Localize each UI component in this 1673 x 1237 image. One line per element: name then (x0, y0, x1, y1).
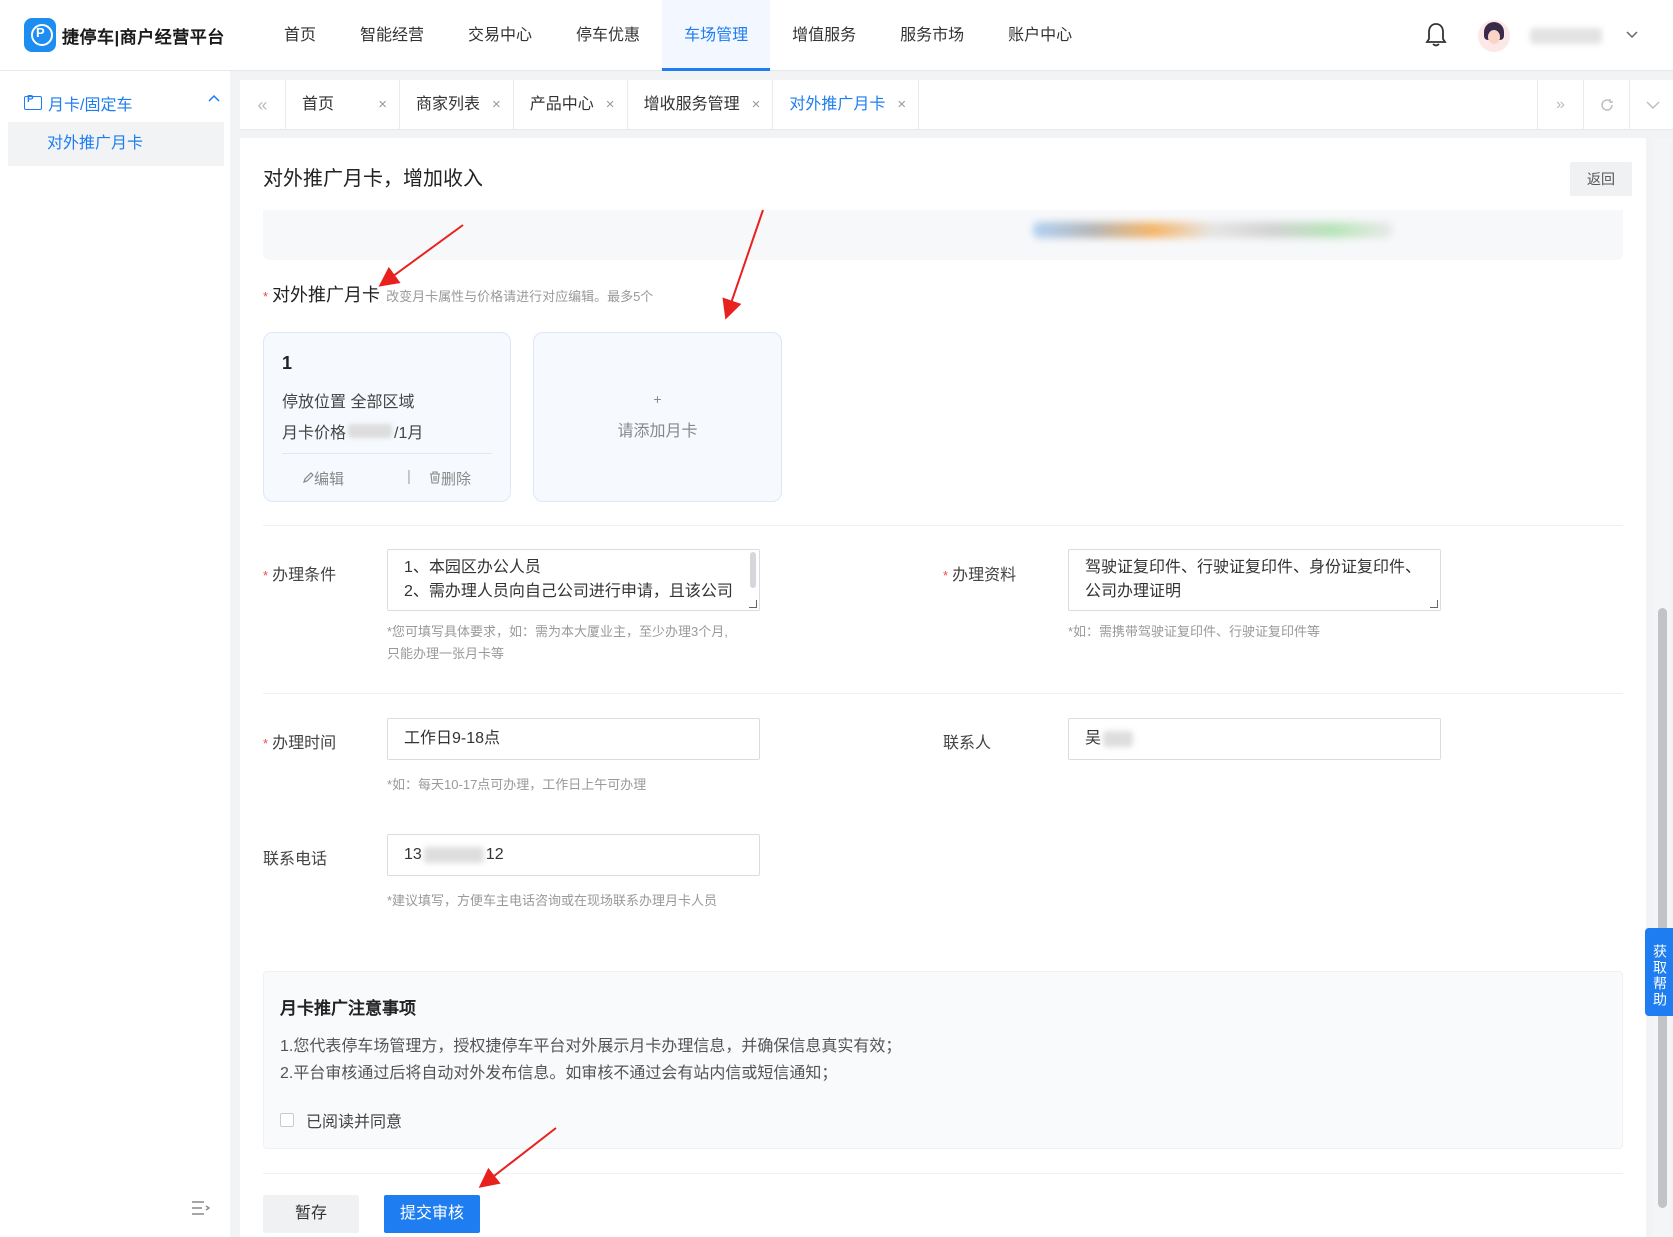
main-content: 对外推广月卡，增加收入 返回 * 对外推广月卡 改变月卡属性与价格请进行对应编辑… (240, 138, 1646, 1237)
materials-hint: *如：需携带驾驶证复印件、行驶证复印件等 (1068, 624, 1321, 639)
close-icon[interactable]: × (897, 80, 906, 130)
tab-revenue-service[interactable]: 增收服务管理 × (628, 80, 774, 130)
chevron-down-icon[interactable] (1626, 28, 1638, 40)
add-card-label: 请添加月卡 (617, 423, 698, 440)
time-input[interactable]: 工作日9-18点 (387, 718, 760, 760)
notice-title: 月卡推广注意事项 (280, 999, 416, 1018)
close-icon[interactable]: × (752, 80, 761, 130)
monthly-card-index: 1 (282, 353, 293, 373)
scrollbar-thumb[interactable] (1658, 608, 1667, 1208)
materials-label: * 办理资料 (943, 567, 1017, 584)
sidebar-group-label: 月卡/固定车 (48, 97, 133, 114)
action-separator: | (407, 468, 411, 485)
tabs-bar: « 首页 × 商家列表 × 产品中心 × 增收服务管理 × 对外推广月卡 × » (240, 80, 1673, 130)
tab-home[interactable]: 首页 × (286, 80, 400, 130)
add-monthly-card-button[interactable]: + 请添加月卡 (533, 332, 782, 502)
chevron-up-icon (208, 94, 220, 102)
phone-blurred (423, 847, 484, 863)
close-icon[interactable]: × (606, 80, 615, 130)
delete-card-button[interactable]: 删除 (429, 468, 471, 489)
materials-textarea[interactable]: 驾驶证复印件、行驶证复印件、身份证复印件、 公司办理证明 (1068, 549, 1441, 611)
refresh-icon[interactable] (1583, 80, 1629, 130)
sidebar-item-external-monthly-card[interactable]: 对外推广月卡 (8, 122, 224, 166)
tabs-scroll-left-icon[interactable]: « (240, 80, 286, 130)
sidebar: 月卡/固定车 对外推广月卡 (0, 71, 230, 1237)
divider (263, 693, 1623, 694)
divider (282, 453, 492, 454)
nav-item-parking-discount[interactable]: 停车优惠 (554, 0, 662, 71)
get-help-tab[interactable]: 获取帮助 (1645, 928, 1673, 1016)
divider (263, 1173, 1623, 1174)
main-nav: 首页 智能经营 交易中心 停车优惠 车场管理 增值服务 服务市场 账户中心 (262, 0, 1094, 71)
back-button[interactable]: 返回 (1570, 162, 1632, 196)
edit-card-button[interactable]: 编辑 (302, 468, 344, 489)
contact-input[interactable]: 吴 (1068, 718, 1441, 760)
resize-handle[interactable] (1430, 600, 1438, 608)
contact-label: 联系人 (943, 735, 992, 752)
resize-handle[interactable] (749, 600, 757, 608)
top-navigation-bar: P 捷停车|商户经营平台 首页 智能经营 交易中心 停车优惠 车场管理 增值服务… (0, 0, 1673, 71)
parking-card-icon (24, 94, 42, 110)
page-title: 对外推广月卡，增加收入 (263, 168, 483, 190)
sidebar-group-monthly-card[interactable]: 月卡/固定车 (24, 91, 224, 115)
bell-icon[interactable] (1425, 22, 1447, 48)
brand-name: 捷停车|商户经营平台 (62, 27, 225, 47)
notice-line-1: 1.您代表停车场管理方，授权捷停车平台对外展示月卡办理信息，并确保信息真实有效； (280, 1038, 902, 1055)
info-banner (263, 210, 1623, 260)
nav-item-service-market[interactable]: 服务市场 (878, 0, 986, 71)
save-draft-button[interactable]: 暂存 (263, 1195, 359, 1233)
tab-external-monthly-card[interactable]: 对外推广月卡 × (773, 80, 920, 130)
nav-item-smart-operation[interactable]: 智能经营 (338, 0, 446, 71)
time-hint: *如：每天10-17点可办理，工作日上午可办理 (387, 777, 647, 792)
phone-hint: *建议填写，方便车主电话咨询或在现场联系办理月卡人员 (387, 893, 718, 908)
textarea-scrollbar[interactable] (750, 552, 756, 588)
phone-label: 联系电话 (263, 851, 328, 868)
monthly-card-section-label: * 对外推广月卡 改变月卡属性与价格请进行对应编辑。最多5个 (263, 285, 654, 305)
username-blurred[interactable] (1530, 28, 1602, 44)
monthly-card-location: 停放位置 全部区域 (282, 394, 415, 411)
monthly-card-item: 1 停放位置 全部区域 月卡价格 /1月 编辑 | 删除 (263, 332, 511, 502)
brand-logo[interactable]: P 捷停车|商户经营平台 (24, 18, 225, 52)
notice-panel: 月卡推广注意事项 1.您代表停车场管理方，授权捷停车平台对外展示月卡办理信息，并… (263, 971, 1623, 1149)
monthly-card-hint: 改变月卡属性与价格请进行对应编辑。最多5个 (386, 289, 654, 304)
required-mark: * (263, 289, 269, 304)
agree-checkbox-row[interactable]: 已阅读并同意 (280, 1108, 402, 1132)
close-icon[interactable]: × (492, 80, 501, 130)
agree-label: 已阅读并同意 (306, 1114, 403, 1131)
submit-review-button[interactable]: 提交审核 (384, 1195, 480, 1233)
phone-input[interactable]: 13 12 (387, 834, 760, 876)
plus-icon: + (653, 391, 662, 407)
time-label: * 办理时间 (263, 735, 337, 752)
conditions-hint: *您可填写具体要求，如：需为本大厦业主，至少办理3个月, 只能办理一张月卡等 (387, 624, 728, 661)
conditions-label: * 办理条件 (263, 567, 337, 584)
nav-item-value-added[interactable]: 增值服务 (770, 0, 878, 71)
contact-blurred (1103, 731, 1134, 747)
open-tabs: 首页 × 商家列表 × 产品中心 × 增收服务管理 × 对外推广月卡 × (286, 80, 920, 130)
divider (263, 525, 1623, 526)
monthly-card-price: 月卡价格 /1月 (282, 424, 424, 442)
parking-logo-icon: P (24, 18, 56, 52)
trash-icon (430, 471, 440, 484)
nav-item-lot-management[interactable]: 车场管理 (662, 0, 771, 71)
banner-blurred-content (1033, 222, 1393, 238)
nav-item-account-center[interactable]: 账户中心 (986, 0, 1094, 71)
price-blurred (348, 424, 393, 438)
tabs-menu-chevron-icon[interactable] (1629, 80, 1673, 130)
menu-collapse-icon[interactable] (190, 1199, 210, 1217)
avatar[interactable] (1478, 20, 1510, 52)
close-icon[interactable]: × (378, 80, 387, 130)
page-scrollbar[interactable] (1653, 138, 1671, 1237)
nav-item-trade-center[interactable]: 交易中心 (446, 0, 554, 71)
tab-product-center[interactable]: 产品中心 × (514, 80, 628, 130)
tabs-scroll-right-icon[interactable]: » (1537, 80, 1583, 130)
pencil-icon (303, 472, 314, 483)
notice-line-2: 2.平台审核通过后将自动对外发布信息。如审核不通过会有站内信或短信通知； (280, 1065, 838, 1082)
nav-item-home[interactable]: 首页 (262, 0, 338, 71)
conditions-textarea[interactable]: 1、本园区办公人员 2、需办理人员向自己公司进行申请，且该公司 (387, 549, 760, 611)
agree-checkbox[interactable] (280, 1113, 294, 1127)
tab-merchant-list[interactable]: 商家列表 × (400, 80, 514, 130)
